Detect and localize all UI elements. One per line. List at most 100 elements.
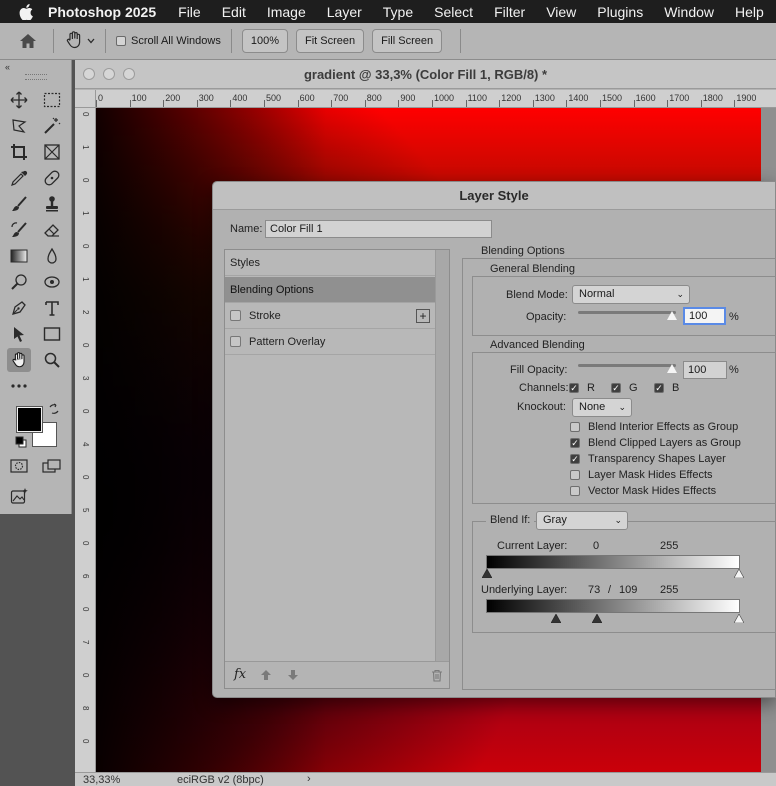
blur-icon[interactable] bbox=[40, 244, 64, 268]
channel-g-checkbox[interactable]: ✓ bbox=[611, 383, 621, 393]
rectangular-marquee-icon[interactable] bbox=[40, 88, 64, 112]
swap-colors-icon[interactable] bbox=[48, 403, 60, 418]
ruler-origin[interactable] bbox=[75, 90, 96, 108]
underlying-layer-white-handle[interactable] bbox=[733, 613, 745, 624]
brush-icon[interactable] bbox=[7, 192, 31, 216]
fill-opacity-slider-thumb[interactable] bbox=[667, 364, 677, 373]
knockout-select[interactable]: None ⌄ bbox=[572, 398, 632, 417]
opacity-input[interactable]: 100 bbox=[683, 307, 726, 325]
hand-tool-preset-picker[interactable] bbox=[64, 30, 95, 53]
generative-image-icon[interactable] bbox=[7, 484, 31, 508]
transparency-shapes-layer-checkbox[interactable]: ✓ bbox=[570, 454, 580, 464]
spot-healing-brush-icon[interactable] bbox=[40, 166, 64, 190]
blend-interior-effects-checkbox[interactable] bbox=[570, 422, 580, 432]
menu-type[interactable]: Type bbox=[383, 4, 413, 20]
current-layer-black-handle[interactable] bbox=[481, 568, 493, 579]
document-title-bar[interactable]: gradient @ 33,3% (Color Fill 1, RGB/8) * bbox=[75, 60, 776, 89]
style-item-stroke[interactable]: Stroke + bbox=[225, 303, 436, 329]
crop-icon[interactable] bbox=[7, 140, 31, 164]
blend-clipped-layers-checkbox[interactable]: ✓ bbox=[570, 438, 580, 448]
style-item-blending-options[interactable]: Blending Options bbox=[225, 277, 436, 303]
fx-icon[interactable]: fx bbox=[234, 667, 246, 682]
layer-name-input[interactable]: Color Fill 1 bbox=[265, 220, 492, 238]
styles-footer: fx bbox=[225, 661, 449, 688]
fill-opacity-input[interactable]: 100 bbox=[683, 361, 727, 379]
dodge-icon[interactable] bbox=[7, 270, 31, 294]
foreground-color-swatch[interactable] bbox=[16, 406, 43, 433]
styles-scrollbar[interactable] bbox=[435, 250, 449, 662]
menu-plugins[interactable]: Plugins bbox=[597, 4, 643, 20]
pattern-overlay-checkbox[interactable] bbox=[230, 336, 241, 347]
document-title: gradient @ 33,3% (Color Fill 1, RGB/8) * bbox=[303, 67, 548, 82]
vertical-ruler[interactable]: 0 1 0 1 0 1 2 0 3 0 4 0 5 0 6 0 7 0 8 0 bbox=[75, 108, 96, 772]
menu-view[interactable]: View bbox=[546, 4, 576, 20]
menu-edit[interactable]: Edit bbox=[222, 4, 246, 20]
frame-tool-icon[interactable] bbox=[40, 140, 64, 164]
menu-file[interactable]: File bbox=[178, 4, 201, 20]
menu-select[interactable]: Select bbox=[434, 4, 473, 20]
gradient-icon[interactable] bbox=[7, 244, 31, 268]
scroll-all-windows-checkbox[interactable]: Scroll All Windows bbox=[116, 35, 221, 47]
menu-layer[interactable]: Layer bbox=[327, 4, 362, 20]
ruler-tick bbox=[465, 100, 467, 107]
ruler-label: 1600 bbox=[635, 93, 656, 103]
trash-icon[interactable] bbox=[431, 669, 443, 685]
move-up-icon[interactable] bbox=[260, 669, 272, 684]
history-brush-icon[interactable] bbox=[7, 218, 31, 242]
panel-grip[interactable] bbox=[24, 74, 47, 80]
underlying-layer-black-handle-right[interactable] bbox=[591, 613, 603, 624]
channel-r-checkbox[interactable]: ✓ bbox=[569, 383, 579, 393]
clone-stamp-icon[interactable] bbox=[40, 192, 64, 216]
status-menu-arrow[interactable]: › bbox=[307, 773, 311, 785]
channel-b-checkbox[interactable]: ✓ bbox=[654, 383, 664, 393]
divider bbox=[460, 29, 462, 53]
more-tools-icon[interactable] bbox=[7, 374, 31, 398]
current-layer-gradient-slider[interactable] bbox=[486, 555, 740, 569]
menu-help[interactable]: Help bbox=[735, 4, 764, 20]
menu-image[interactable]: Image bbox=[267, 4, 306, 20]
add-stroke-icon[interactable]: + bbox=[416, 309, 430, 323]
hand-tool-icon[interactable] bbox=[7, 348, 31, 372]
zoom-icon[interactable] bbox=[40, 348, 64, 372]
pen-icon[interactable] bbox=[7, 296, 31, 320]
eraser-icon[interactable] bbox=[40, 218, 64, 242]
collapse-panel-button[interactable]: « bbox=[0, 60, 71, 74]
lasso-icon[interactable] bbox=[7, 114, 31, 138]
chevron-down-icon: ⌄ bbox=[676, 289, 684, 299]
menu-window[interactable]: Window bbox=[664, 4, 714, 20]
fill-screen-button[interactable]: Fill Screen bbox=[372, 29, 443, 53]
smudge-icon[interactable] bbox=[40, 270, 64, 294]
underlying-layer-gradient-slider[interactable] bbox=[486, 599, 740, 613]
zoom-100-button[interactable]: 100% bbox=[241, 29, 288, 53]
ruler-label: 1300 bbox=[534, 93, 555, 103]
app-name-menu[interactable]: Photoshop 2025 bbox=[48, 4, 156, 20]
blend-mode-select[interactable]: Normal ⌄ bbox=[572, 285, 690, 304]
layer-mask-hides-effects-checkbox[interactable] bbox=[570, 470, 580, 480]
blend-if-select[interactable]: Gray ⌄ bbox=[536, 511, 628, 530]
styles-header[interactable]: Styles bbox=[225, 250, 436, 276]
zoom-level[interactable]: 33,33% bbox=[83, 774, 120, 786]
magic-wand-icon[interactable] bbox=[40, 114, 64, 138]
quick-mask-icon[interactable] bbox=[7, 454, 31, 478]
opacity-slider[interactable] bbox=[578, 311, 676, 314]
home-icon[interactable] bbox=[13, 26, 43, 56]
fit-screen-button[interactable]: Fit Screen bbox=[296, 29, 365, 53]
underlying-layer-black-handle-left[interactable] bbox=[550, 613, 562, 624]
style-item-pattern-overlay[interactable]: Pattern Overlay bbox=[225, 329, 436, 355]
path-selection-icon[interactable] bbox=[7, 322, 31, 346]
type-icon[interactable] bbox=[40, 296, 64, 320]
move-down-icon[interactable] bbox=[287, 669, 299, 684]
rectangle-shape-icon[interactable] bbox=[40, 322, 64, 346]
menu-filter[interactable]: Filter bbox=[494, 4, 525, 20]
fill-opacity-slider[interactable] bbox=[578, 364, 676, 367]
default-colors-icon[interactable] bbox=[15, 436, 27, 451]
vector-mask-hides-effects-checkbox[interactable] bbox=[570, 486, 580, 496]
eyedropper-icon[interactable] bbox=[7, 166, 31, 190]
opacity-slider-thumb[interactable] bbox=[667, 311, 677, 320]
apple-menu-icon[interactable] bbox=[19, 3, 33, 20]
current-layer-white-handle[interactable] bbox=[733, 568, 745, 579]
screen-mode-icon[interactable] bbox=[40, 454, 64, 478]
stroke-checkbox[interactable] bbox=[230, 310, 241, 321]
horizontal-ruler[interactable]: 0 100 200 300 400 500 600 700 800 900 1000 1100 1200… bbox=[96, 90, 776, 108]
move-tool-icon[interactable] bbox=[7, 88, 31, 112]
